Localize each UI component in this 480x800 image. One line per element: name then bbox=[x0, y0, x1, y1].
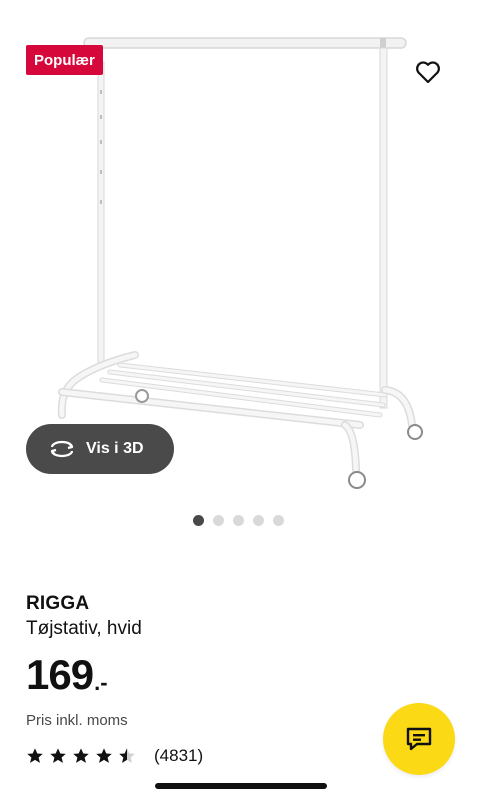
chat-button[interactable] bbox=[383, 703, 455, 775]
star-full-icon bbox=[73, 748, 89, 763]
carousel-dot[interactable] bbox=[253, 515, 264, 526]
price-suffix: .- bbox=[94, 670, 108, 695]
product-description: Tøjstativ, hvid bbox=[26, 618, 142, 639]
price-integer: 169 bbox=[26, 651, 94, 698]
star-full-icon bbox=[96, 748, 112, 763]
view-in-3d-button[interactable]: Vis i 3D bbox=[26, 424, 174, 474]
carousel-dot[interactable] bbox=[213, 515, 224, 526]
popular-badge: Populær bbox=[26, 45, 103, 75]
heart-icon bbox=[416, 61, 440, 84]
star-half-icon bbox=[119, 748, 135, 763]
favorite-button[interactable] bbox=[410, 54, 446, 90]
rating[interactable]: (4831) bbox=[26, 746, 203, 766]
home-indicator bbox=[155, 783, 327, 789]
carousel-dot[interactable] bbox=[233, 515, 244, 526]
view-in-3d-label: Vis i 3D bbox=[86, 440, 144, 457]
rating-stars bbox=[26, 747, 136, 765]
star-full-icon bbox=[27, 748, 43, 763]
carousel-dot[interactable] bbox=[193, 515, 204, 526]
product-price: 169 .- bbox=[26, 654, 456, 696]
star-full-icon bbox=[50, 748, 66, 763]
carousel-indicator bbox=[193, 515, 284, 526]
carousel-dot[interactable] bbox=[273, 515, 284, 526]
product-name: RIGGA bbox=[26, 593, 90, 614]
popular-badge-label: Populær bbox=[34, 51, 95, 69]
rotate-3d-icon bbox=[50, 440, 74, 458]
chat-icon bbox=[406, 727, 432, 751]
product-info: RIGGA Tøjstativ, hvid 169 .- Pris inkl. … bbox=[26, 593, 456, 729]
product-image-carousel[interactable]: Populær Vis i 3D bbox=[0, 0, 480, 540]
review-count[interactable]: (4831) bbox=[154, 746, 203, 766]
